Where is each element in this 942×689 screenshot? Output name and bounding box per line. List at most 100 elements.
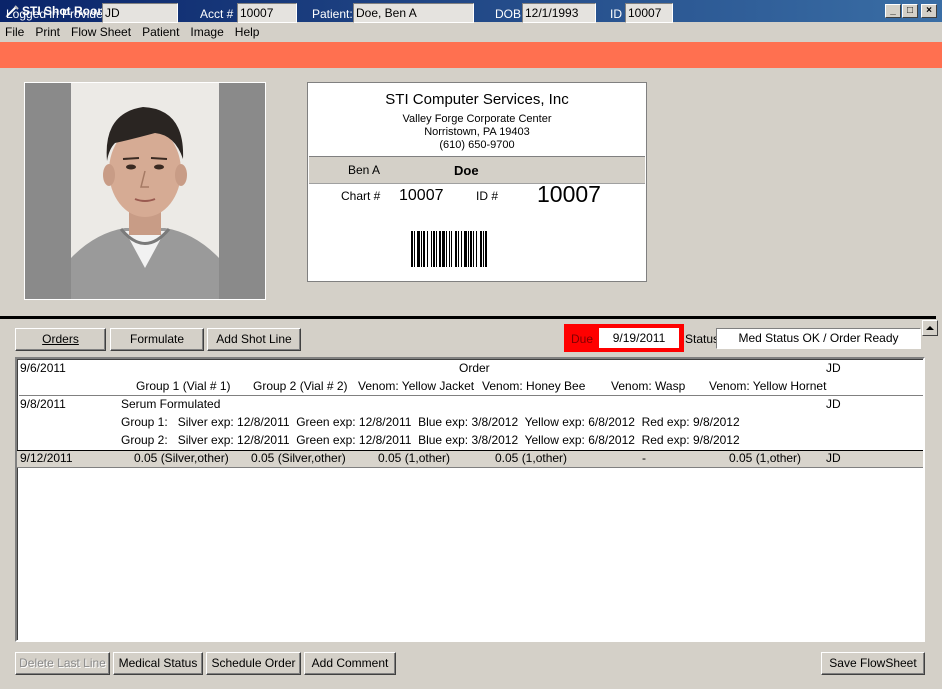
menu-patient[interactable]: Patient (135, 22, 183, 39)
maximize-icon: □ (906, 5, 914, 16)
barcode-bar (468, 231, 469, 267)
barcode-bar (476, 231, 477, 267)
add-comment-button[interactable]: Add Comment (304, 652, 396, 675)
close-button[interactable]: × (921, 4, 937, 18)
orders-label: Orders (42, 332, 79, 346)
formulate-button[interactable]: Formulate (110, 328, 204, 351)
barcode-bar (458, 231, 459, 267)
delete-last-line-button[interactable]: Delete Last Line (15, 652, 110, 675)
barcode-bar (449, 231, 450, 267)
barcode-bar (483, 231, 484, 267)
barcode-bar (455, 231, 457, 267)
barcode-bar (417, 231, 420, 267)
menu-bar: File Print Flow Sheet Patient Image Help (0, 22, 942, 42)
order-date: 9/6/2011 (20, 361, 66, 375)
shot-wasp: - (642, 451, 646, 465)
close-icon: × (926, 5, 932, 16)
header-yellow-hornet: Venom: Yellow Hornet (709, 379, 827, 393)
barcode-bar (414, 231, 415, 267)
menu-file[interactable]: File (0, 22, 28, 39)
save-flowsheet-button[interactable]: Save FlowSheet (821, 652, 925, 675)
barcode-bar (461, 231, 462, 267)
card-id-value: 10007 (537, 181, 601, 207)
company-address-1: Valley Forge Corporate Center (402, 113, 552, 125)
barcode-bar (436, 231, 437, 267)
barcode-bar (431, 231, 432, 267)
flowsheet-grid[interactable]: 9/6/2011 Order JD Group 1 (Vial # 1) Gro… (15, 357, 925, 642)
company-name: STI Computer Services, Inc (385, 91, 569, 108)
barcode-bar (485, 231, 487, 267)
header-yellow-jacket: Venom: Yellow Jacket (358, 379, 475, 393)
company-phone: (610) 650-9700 (439, 139, 515, 151)
maximize-button[interactable]: □ (902, 4, 918, 18)
medical-status-button[interactable]: Medical Status (113, 652, 203, 675)
save-flowsheet-label: Save FlowSheet (829, 656, 917, 670)
status-field: Med Status OK / Order Ready (716, 328, 921, 349)
header-group-2: Group 2 (Vial # 2) (253, 379, 348, 393)
barcode-bar (480, 231, 482, 267)
serum-group-2-expirations: Group 2: Silver exp: 12/8/2011 Green exp… (121, 433, 740, 447)
minimize-button[interactable]: _ (885, 4, 901, 18)
shot-yellow-jacket: 0.05 (1,other) (378, 451, 451, 465)
order-provider: JD (826, 361, 841, 375)
provider-label: Logged in Provider: (6, 7, 111, 21)
card-id-label: ID # (476, 189, 499, 203)
formulate-label: Formulate (129, 332, 185, 346)
barcode-bar (470, 231, 472, 267)
serum-provider: JD (826, 397, 841, 411)
schedule-order-button[interactable]: Schedule Order (206, 652, 301, 675)
serum-title: Serum Formulated (121, 397, 221, 411)
add-comment-label: Add Comment (311, 656, 389, 670)
menu-image[interactable]: Image (183, 22, 227, 39)
menu-flow-sheet[interactable]: Flow Sheet (64, 22, 135, 39)
header-wasp: Venom: Wasp (611, 379, 686, 393)
minimize-icon: _ (890, 5, 896, 16)
patient-photo[interactable] (24, 82, 266, 300)
barcode (411, 231, 487, 267)
shot-yellow-hornet: 0.05 (1,other) (729, 451, 802, 465)
id-label: ID (610, 7, 622, 21)
row-separator (19, 395, 923, 396)
shot-date: 9/12/2011 (20, 451, 73, 465)
header-honey-bee: Venom: Honey Bee (482, 379, 586, 393)
menu-print[interactable]: Print (28, 22, 64, 39)
barcode-bar (411, 231, 413, 267)
add-shot-line-button[interactable]: Add Shot Line (207, 328, 301, 351)
serum-group-1-expirations: Group 1: Silver exp: 12/8/2011 Green exp… (121, 415, 740, 429)
patient-field[interactable]: Doe, Ben A (353, 3, 474, 23)
provider-field[interactable]: JD (102, 3, 178, 23)
barcode-bar (421, 231, 422, 267)
acct-label: Acct # (200, 7, 234, 21)
status-label: Status (685, 332, 720, 346)
delete-last-line-label: Delete Last Line (19, 656, 106, 670)
dob-field[interactable]: 12/1/1993 (522, 3, 596, 23)
patient-info-bar (0, 42, 942, 68)
chart-label: Chart # (341, 189, 381, 203)
orders-button[interactable]: Orders (15, 328, 106, 351)
shot-group-2: 0.05 (Silver,other) (251, 451, 346, 465)
scroll-up-arrow-icon (926, 326, 934, 330)
id-field[interactable]: 10007 (625, 3, 673, 23)
shot-honey-bee: 0.05 (1,other) (495, 451, 568, 465)
shot-provider: JD (826, 451, 841, 465)
menu-help[interactable]: Help (228, 22, 264, 39)
barcode-bar (439, 231, 441, 267)
barcode-bar (427, 231, 428, 267)
scroll-up-button[interactable] (922, 320, 938, 336)
due-date-field[interactable]: 9/19/2011 (599, 328, 679, 348)
company-address-2: Norristown, PA 19403 (424, 126, 530, 138)
shot-group-1: 0.05 (Silver,other) (134, 451, 229, 465)
section-separator (0, 316, 936, 319)
barcode-bar (442, 231, 445, 267)
medical-status-label: Medical Status (118, 656, 198, 670)
add-shot-line-label: Add Shot Line (216, 332, 292, 346)
schedule-order-label: Schedule Order (211, 656, 296, 670)
acct-field[interactable]: 10007 (237, 3, 297, 23)
chart-value: 10007 (399, 187, 444, 204)
barcode-bar (464, 231, 467, 267)
barcode-bar (423, 231, 425, 267)
card-first-name: Ben A (348, 163, 381, 177)
header-group-1: Group 1 (Vial # 1) (136, 379, 231, 393)
barcode-bar (473, 231, 474, 267)
patient-label: Patient: (312, 7, 353, 21)
